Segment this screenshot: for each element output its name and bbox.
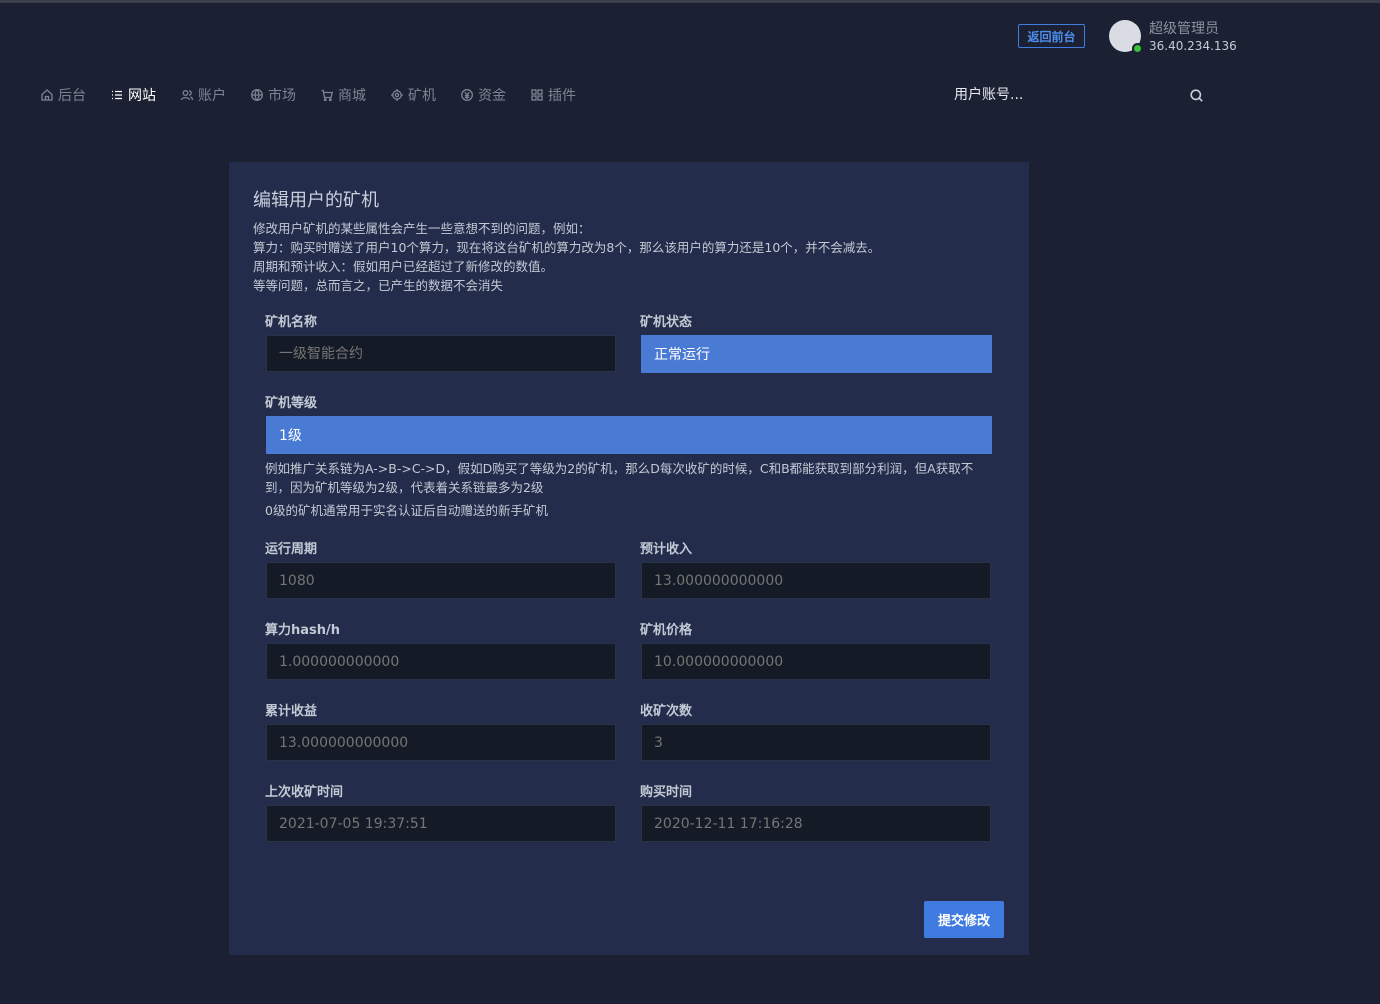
avatar[interactable] [1109,20,1143,54]
expected-income-input[interactable] [641,562,991,599]
nav-item-accounts[interactable]: 账户 [180,84,226,106]
search-input[interactable] [944,82,1184,108]
nav-item-label: 网站 [128,88,156,104]
period-label: 运行周期 [265,542,318,557]
nav-item-miner[interactable]: 矿机 [390,84,436,106]
users-icon [180,90,194,101]
warning-notes: 修改用户矿机的某些属性会产生一些意想不到的问题，例如： 算力：购买时赠送了用户1… [253,219,880,295]
purchase-time-input[interactable] [641,805,991,842]
user-ip: 36.40.234.136 [1149,39,1237,53]
nav-item-label: 商城 [338,88,366,104]
expected-income-label: 预计收入 [640,542,693,557]
collect-count-input[interactable] [641,724,991,761]
nav-item-dashboard[interactable]: 后台 [40,84,86,106]
globe-icon [251,89,263,101]
miner-name-input[interactable] [266,335,616,372]
nav-item-market[interactable]: 市场 [250,84,296,106]
nav-item-shop[interactable]: 商城 [320,84,366,106]
note-line: 修改用户矿机的某些属性会产生一些意想不到的问题，例如： [253,221,591,236]
nav-item-website[interactable]: 网站 [110,84,156,106]
last-collect-time-input[interactable] [266,805,616,842]
back-to-frontend-button[interactable]: 返回前台 [1018,24,1085,48]
online-status-dot [1132,43,1143,54]
period-input[interactable] [266,562,616,599]
miner-name-label: 矿机名称 [265,315,318,330]
level-hint-secondary: 0级的矿机通常用于实名认证后自动赠送的新手矿机 [265,503,548,518]
nav-item-label: 账户 [198,88,226,104]
search-icon[interactable] [1189,88,1204,103]
nav-item-label: 市场 [268,88,296,104]
miner-level-label: 矿机等级 [265,396,318,411]
page-title: 编辑用户的矿机 [253,190,379,211]
home-icon [41,89,53,101]
price-input[interactable] [641,643,991,680]
miner-status-select[interactable]: 正常运行 [641,335,992,373]
level-hint: 例如推广关系链为A->B->C->D，假如D购买了等级为2的矿机，那么D每次收矿… [265,461,974,495]
purchase-time-label: 购买时间 [640,785,693,800]
total-income-label: 累计收益 [265,704,318,719]
total-income-input[interactable] [266,724,616,761]
cpu-icon [391,89,403,101]
note-line: 周期和预计收入：假如用户已经超过了新修改的数值。 [253,259,554,274]
user-name: 超级管理员 [1149,21,1219,37]
main-nav: 后台 网站 账户 市场 商城 矿机 资金 插件 [40,84,600,106]
grid-icon [531,89,543,101]
collect-count-label: 收矿次数 [640,704,693,719]
list-icon [112,90,122,100]
cart-icon [321,89,334,102]
coin-icon [461,89,473,101]
nav-item-plugins[interactable]: 插件 [530,84,576,106]
nav-item-label: 后台 [58,88,86,104]
hashrate-input[interactable] [266,643,616,680]
note-line: 等等问题，总而言之，已产生的数据不会消失 [253,278,504,293]
hashrate-label: 算力hash/h [265,623,341,638]
edit-miner-card: 编辑用户的矿机 修改用户矿机的某些属性会产生一些意想不到的问题，例如： 算力：购… [229,162,1029,955]
nav-item-label: 资金 [478,88,506,104]
window-top-border [0,0,1380,3]
nav-item-funds[interactable]: 资金 [460,84,506,106]
note-line: 算力：购买时赠送了用户10个算力，现在将这台矿机的算力改为8个，那么该用户的算力… [253,240,881,255]
nav-item-label: 插件 [548,88,576,104]
miner-level-select[interactable]: 1级 [266,416,992,454]
price-label: 矿机价格 [640,623,693,638]
nav-item-label: 矿机 [408,88,436,104]
last-collect-time-label: 上次收矿时间 [265,785,344,800]
submit-button[interactable]: 提交修改 [924,901,1004,938]
miner-status-label: 矿机状态 [640,315,693,330]
